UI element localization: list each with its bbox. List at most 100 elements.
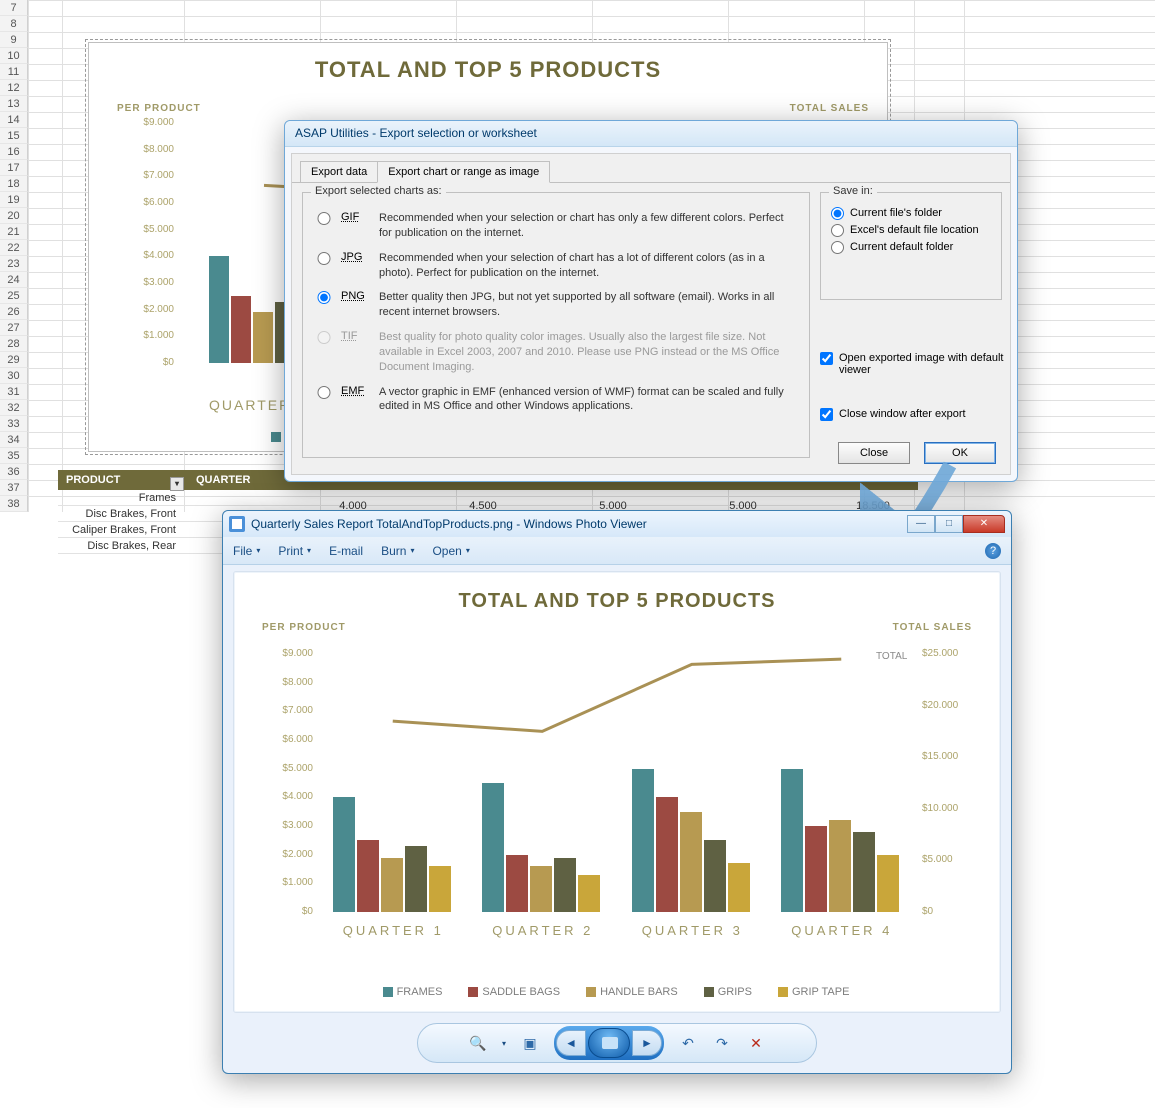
menu-burn[interactable]: Burn▾ — [381, 544, 414, 558]
row-header[interactable]: 23 — [0, 256, 28, 272]
row-header[interactable]: 31 — [0, 384, 28, 400]
checkbox-option[interactable]: Open exported image with default viewer — [820, 352, 1006, 376]
checkbox-option[interactable]: Close window after export — [820, 408, 1006, 421]
format-radio[interactable] — [317, 212, 331, 225]
format-option-tif[interactable]: TIFBest quality for photo quality color … — [317, 330, 799, 375]
bar — [554, 858, 576, 912]
row-header[interactable]: 28 — [0, 336, 28, 352]
format-radio[interactable] — [317, 252, 331, 265]
row-header[interactable]: 37 — [0, 480, 28, 496]
row-header[interactable]: 29 — [0, 352, 28, 368]
format-option-png[interactable]: PNGBetter quality then JPG, but not yet … — [317, 290, 799, 320]
slideshow-icon[interactable] — [588, 1028, 630, 1058]
format-option-gif[interactable]: GIFRecommended when your selection or ch… — [317, 211, 799, 241]
bar — [209, 256, 229, 363]
format-option-jpg[interactable]: JPGRecommended when your selection of ch… — [317, 251, 799, 281]
save-label: Current file's folder — [850, 207, 942, 219]
save-option[interactable]: Current default folder — [831, 241, 991, 254]
row-header[interactable]: 25 — [0, 288, 28, 304]
bar — [357, 840, 379, 912]
wpv-titlebar[interactable]: Quarterly Sales Report TotalAndTopProduc… — [223, 511, 1011, 537]
row-header[interactable]: 13 — [0, 96, 28, 112]
save-option[interactable]: Excel's default file location — [831, 224, 991, 237]
y-tick-right: $5.000 — [922, 854, 982, 865]
row-header[interactable]: 8 — [0, 16, 28, 32]
row-header[interactable]: 27 — [0, 320, 28, 336]
axis-label-left: PER PRODUCT — [117, 103, 201, 114]
save-radio[interactable] — [831, 224, 844, 237]
tab-export-data[interactable]: Export data — [300, 161, 378, 183]
checkbox[interactable] — [820, 352, 833, 365]
format-desc: A vector graphic in EMF (enhanced versio… — [379, 385, 799, 415]
row-header[interactable]: 33 — [0, 416, 28, 432]
row-header[interactable]: 9 — [0, 32, 28, 48]
y-tick-right: $15.000 — [922, 751, 982, 762]
legend-swatch — [383, 987, 393, 997]
format-option-emf[interactable]: EMFA vector graphic in EMF (enhanced ver… — [317, 385, 799, 415]
axis-label-right: TOTAL SALES — [790, 103, 869, 114]
row-header[interactable]: 11 — [0, 64, 28, 80]
tab-export-image[interactable]: Export chart or range as image — [377, 161, 550, 183]
close-button[interactable]: Close — [838, 442, 910, 464]
row-header[interactable]: 38 — [0, 496, 28, 512]
row-header[interactable]: 17 — [0, 160, 28, 176]
legend-swatch — [468, 987, 478, 997]
zoom-icon[interactable]: 🔍 — [468, 1033, 488, 1053]
row-header[interactable]: 10 — [0, 48, 28, 64]
wpv-title: Quarterly Sales Report TotalAndTopProduc… — [251, 517, 907, 531]
fit-icon[interactable]: ▣ — [520, 1033, 540, 1053]
format-desc: Recommended when your selection or chart… — [379, 211, 799, 241]
close-window-button[interactable]: ✕ — [963, 515, 1005, 533]
next-icon[interactable]: ► — [632, 1030, 662, 1056]
rotate-ccw-icon[interactable]: ↶ — [678, 1033, 698, 1053]
minimize-button[interactable]: — — [907, 515, 935, 533]
row-header[interactable]: 15 — [0, 128, 28, 144]
format-radio[interactable] — [317, 291, 331, 304]
menu-e-mail[interactable]: E-mail — [329, 544, 363, 558]
bar — [680, 812, 702, 912]
export-dialog: ASAP Utilities - Export selection or wor… — [284, 120, 1018, 482]
row-header[interactable]: 16 — [0, 144, 28, 160]
ok-button[interactable]: OK — [924, 442, 996, 464]
row-header[interactable]: 22 — [0, 240, 28, 256]
save-label: Current default folder — [850, 241, 953, 253]
row-header[interactable]: 19 — [0, 192, 28, 208]
format-label: TIF — [341, 330, 369, 342]
x-category: QUARTER 3 — [642, 923, 743, 938]
save-option[interactable]: Current file's folder — [831, 207, 991, 220]
table-header-product[interactable]: PRODUCT▾ — [58, 474, 188, 486]
filter-dropdown-icon[interactable]: ▾ — [170, 477, 184, 491]
row-header[interactable]: 20 — [0, 208, 28, 224]
row-header[interactable]: 21 — [0, 224, 28, 240]
row-header[interactable]: 34 — [0, 432, 28, 448]
maximize-button[interactable]: □ — [935, 515, 963, 533]
menu-file[interactable]: File▾ — [233, 544, 260, 558]
row-header[interactable]: 7 — [0, 0, 28, 16]
menu-open[interactable]: Open▾ — [432, 544, 469, 558]
row-header[interactable]: 30 — [0, 368, 28, 384]
rotate-cw-icon[interactable]: ↷ — [712, 1033, 732, 1053]
format-groupbox: Export selected charts as: GIFRecommende… — [302, 192, 810, 458]
bar — [853, 832, 875, 912]
row-header[interactable]: 14 — [0, 112, 28, 128]
row-header[interactable]: 18 — [0, 176, 28, 192]
row-header[interactable]: 35 — [0, 448, 28, 464]
prev-icon[interactable]: ◄ — [556, 1030, 586, 1056]
row-header[interactable]: 12 — [0, 80, 28, 96]
delete-icon[interactable]: ✕ — [746, 1033, 766, 1053]
menu-print[interactable]: Print▾ — [278, 544, 311, 558]
row-header[interactable]: 32 — [0, 400, 28, 416]
y-tick-right: $20.000 — [922, 700, 982, 711]
save-radio[interactable] — [831, 241, 844, 254]
y-tick-left: $4.000 — [119, 250, 174, 261]
row-header[interactable]: 24 — [0, 272, 28, 288]
table-header-quarter[interactable]: QUARTER — [188, 474, 258, 486]
row-header[interactable]: 36 — [0, 464, 28, 480]
dialog-title: ASAP Utilities - Export selection or wor… — [285, 121, 1017, 147]
y-tick-left: $4.000 — [258, 791, 313, 802]
save-radio[interactable] — [831, 207, 844, 220]
help-icon[interactable]: ? — [985, 543, 1001, 559]
row-header[interactable]: 26 — [0, 304, 28, 320]
format-radio[interactable] — [317, 386, 331, 399]
checkbox[interactable] — [820, 408, 833, 421]
